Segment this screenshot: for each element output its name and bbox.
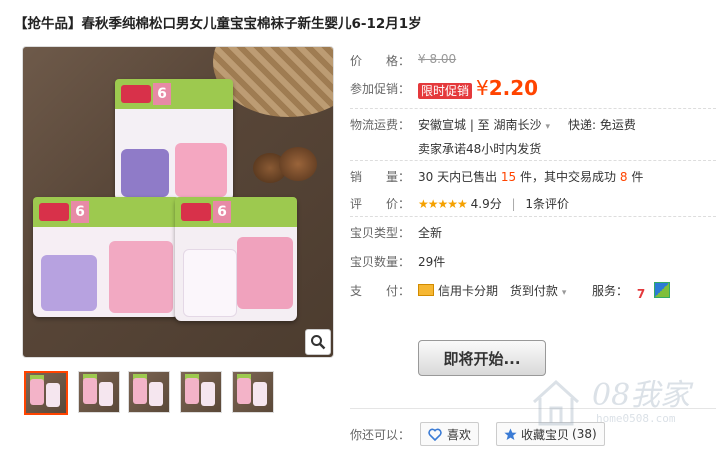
promo-value: 限时促销 ¥2.20 bbox=[418, 76, 538, 100]
favorite-count: (38) bbox=[572, 427, 597, 441]
service-group: 服务： 7 bbox=[592, 282, 671, 301]
promo-label: 参加促销： bbox=[350, 82, 411, 96]
pay-label: 支 付： bbox=[350, 284, 411, 298]
share-bar: 你还可以： 喜欢 收藏宝贝 (38) bbox=[350, 408, 716, 451]
favorite-button[interactable]: 收藏宝贝 (38) bbox=[496, 422, 605, 446]
original-price: ¥ 8.00 bbox=[418, 52, 457, 66]
thumbnail-4[interactable] bbox=[180, 371, 222, 413]
sock-pack: 6 bbox=[115, 79, 233, 201]
sales-success: 8 bbox=[619, 170, 628, 184]
sock-pack: 6 bbox=[33, 197, 179, 317]
rating-score: 4.9分 bbox=[470, 197, 502, 211]
sales-count: 15 bbox=[500, 170, 517, 184]
main-product-image[interactable]: 6 6 6 bbox=[22, 46, 334, 358]
promo-badge: 限时促销 bbox=[418, 83, 473, 99]
product-title: 【抢牛品】春秋季纯棉松口男女儿童宝宝棉袜子新生婴儿6-12月1岁 bbox=[14, 16, 422, 32]
credit-card-icon bbox=[418, 284, 434, 296]
thumbnail-3[interactable] bbox=[128, 371, 170, 413]
thumbnail-5[interactable] bbox=[232, 371, 274, 413]
rating-value: ★★★★★ 4.9分 | 1条评价 bbox=[418, 197, 570, 211]
share-label: 你还可以： bbox=[350, 428, 411, 442]
promo-price: 2.20 bbox=[488, 76, 539, 100]
rating-label: 评 价： bbox=[350, 197, 411, 211]
type-value: 全新 bbox=[418, 226, 443, 240]
heart-icon bbox=[428, 428, 442, 441]
chevron-down-icon: ▾ bbox=[545, 122, 551, 132]
sock-pack: 6 bbox=[175, 197, 297, 321]
seven-day-return-icon[interactable]: 7 bbox=[634, 287, 649, 301]
shipping-label: 物流运费： bbox=[350, 118, 411, 132]
qty-label: 宝贝数量： bbox=[350, 255, 411, 269]
coming-soon-button[interactable]: 即将开始... bbox=[418, 340, 546, 376]
like-button[interactable]: 喜欢 bbox=[420, 422, 480, 446]
pay-credit[interactable]: 信用卡分期 bbox=[438, 284, 498, 298]
divider bbox=[350, 108, 716, 109]
divider bbox=[350, 216, 716, 217]
sales-value: 30 天内已售出 15 件，其中交易成功 8 件 bbox=[418, 170, 644, 184]
type-label: 宝贝类型： bbox=[350, 226, 411, 240]
thumbnail-2[interactable] bbox=[78, 371, 120, 413]
magnifier-icon bbox=[311, 335, 326, 350]
star-icon bbox=[504, 428, 517, 440]
divider bbox=[350, 160, 716, 161]
service-label: 服务： bbox=[592, 284, 629, 298]
zoom-button[interactable] bbox=[305, 329, 331, 355]
pay-cod[interactable]: 货到付款 bbox=[510, 284, 558, 298]
shipping-promise: 卖家承诺48小时内发货 bbox=[418, 142, 542, 156]
shipping-route[interactable]: 安徽宣城 | 至 湖南长沙 ▾ bbox=[418, 116, 550, 133]
pay-methods: 信用卡分期 货到付款 ▾ bbox=[418, 282, 566, 299]
reviews-link[interactable]: 1条评价 bbox=[525, 197, 569, 211]
shipping-fee: 快递: 免运费 bbox=[568, 118, 636, 132]
sales-label: 销 量： bbox=[350, 170, 411, 184]
promo-currency: ¥ bbox=[476, 76, 489, 100]
thumbnail-1[interactable] bbox=[24, 371, 68, 415]
chevron-down-icon: ▾ bbox=[561, 288, 567, 298]
qty-value: 29件 bbox=[418, 255, 446, 269]
pinecone-decoration bbox=[279, 147, 317, 181]
guarantee-icon[interactable] bbox=[654, 282, 671, 298]
price-label: 价 格： bbox=[350, 54, 411, 68]
rating-stars: ★★★★★ bbox=[418, 197, 468, 211]
